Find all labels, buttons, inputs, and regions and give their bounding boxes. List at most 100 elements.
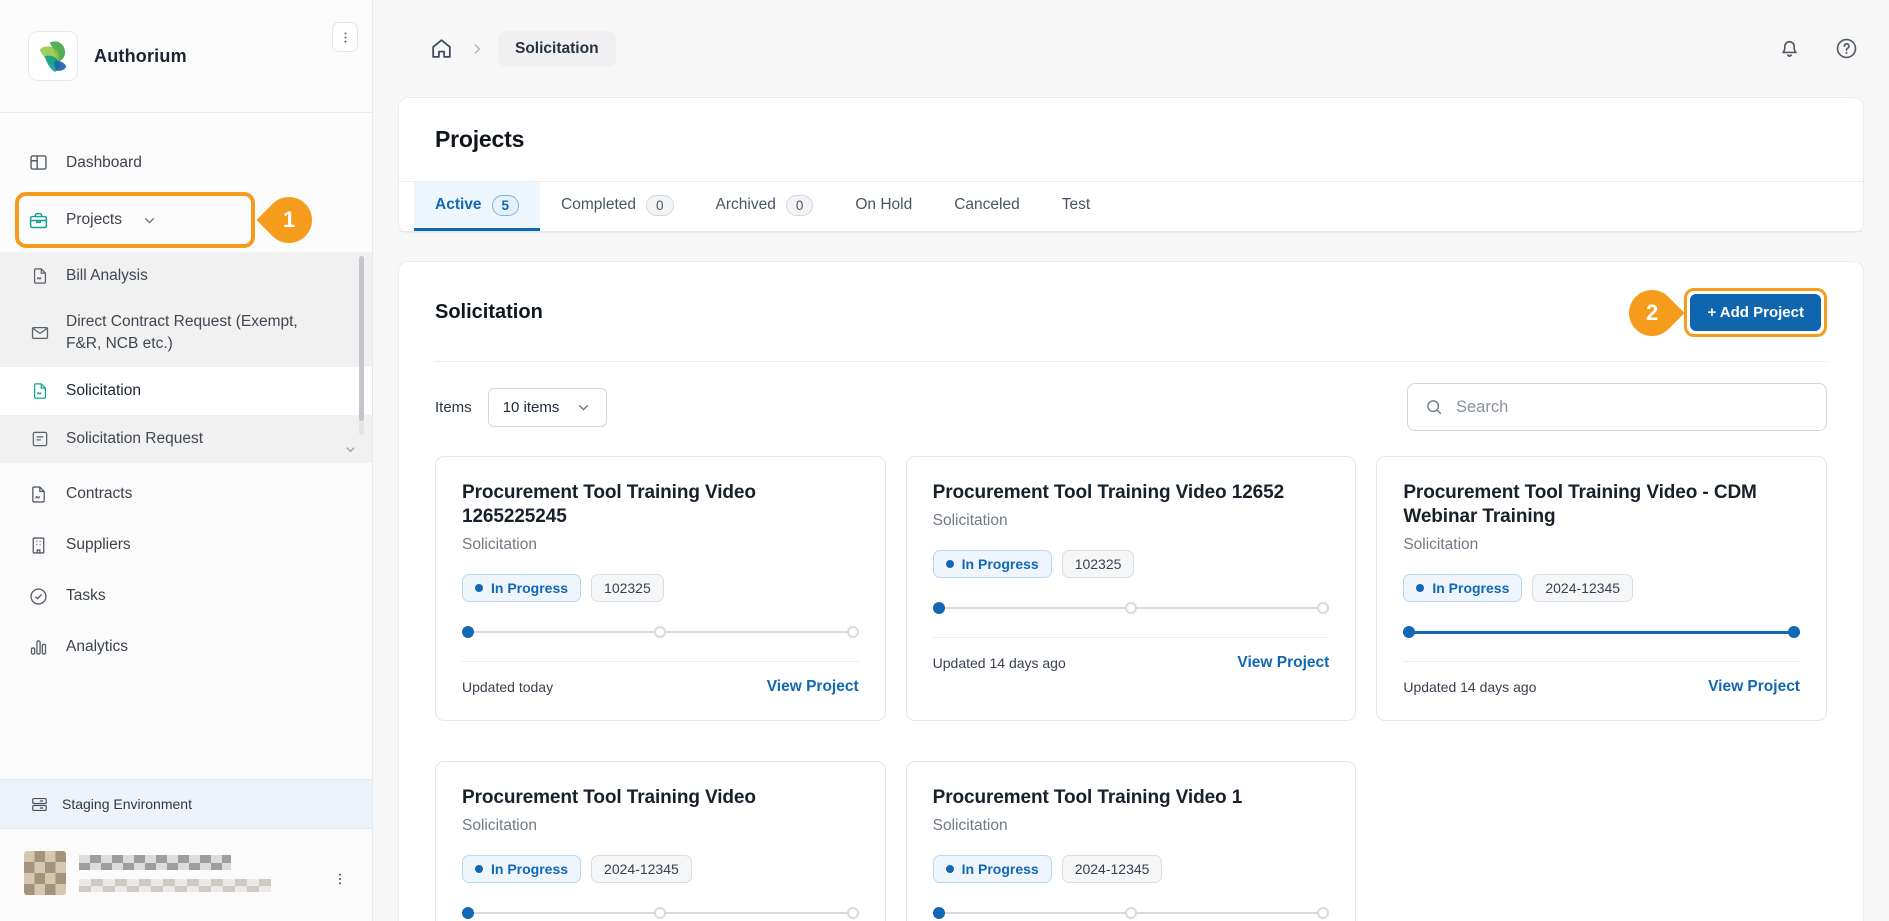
progress-milestone (1125, 907, 1137, 919)
view-project-link[interactable]: View Project (767, 678, 859, 696)
submenu-scrollbar-thumb[interactable] (359, 256, 364, 421)
tab-canceled[interactable]: Canceled (933, 182, 1041, 231)
notifications-bell-icon[interactable] (1777, 36, 1802, 61)
projects-header-panel: Projects Active 5 Completed 0 Archived 0… (398, 97, 1864, 233)
progress-bar (462, 625, 859, 639)
status-badge: In Progress (933, 855, 1052, 883)
check-circle-icon (28, 586, 49, 607)
project-title: Procurement Tool Training Video 12652252… (462, 481, 859, 529)
project-title: Procurement Tool Training Video 1 (933, 786, 1330, 810)
help-icon[interactable] (1834, 36, 1859, 61)
user-kebab-menu-button[interactable] (332, 867, 354, 891)
sidebar-item-label: Contracts (66, 485, 132, 503)
sidebar-item-tasks[interactable]: Tasks (0, 571, 372, 622)
sidebar-item-label: Tasks (66, 587, 106, 605)
sidebar-projects-group: Projects 1 (0, 192, 372, 248)
status-badge: In Progress (1403, 574, 1522, 602)
project-card: Procurement Tool Training Video - CDM We… (1376, 456, 1827, 721)
sidebar-kebab-menu-button[interactable] (332, 22, 358, 52)
project-card: Procurement Tool Training Video Solicita… (435, 761, 886, 921)
section-title: Solicitation (435, 301, 543, 324)
progress-milestone (654, 626, 666, 638)
progress-milestone (654, 907, 666, 919)
sidebar: Authorium Dashboard Projects 1 (0, 0, 373, 921)
user-name-redacted (79, 855, 231, 870)
submenu-expand-chevron-icon[interactable] (343, 442, 358, 457)
sidebar-item-dashboard[interactable]: Dashboard (0, 137, 372, 188)
project-code-badge: 2024-12345 (1532, 574, 1633, 602)
add-project-button[interactable]: + Add Project (1690, 294, 1821, 331)
user-info-redacted (79, 855, 271, 892)
status-dot-icon (946, 560, 954, 568)
updated-text: Updated 14 days ago (1403, 679, 1536, 695)
progress-current-dot (462, 907, 474, 919)
chevron-down-icon (141, 212, 158, 229)
tab-on-hold[interactable]: On Hold (834, 182, 933, 231)
staging-label: Staging Environment (62, 796, 192, 812)
bar-chart-icon (28, 637, 49, 658)
tab-archived[interactable]: Archived 0 (695, 182, 835, 231)
tab-label: Archived (716, 196, 776, 214)
sidebar-item-label: Projects (66, 211, 122, 229)
sidebar-item-direct-contract-request[interactable]: Direct Contract Request (Exempt, F&R, NC… (0, 300, 372, 367)
status-badge: In Progress (933, 550, 1052, 578)
badges-row: In Progress 102325 (933, 550, 1330, 578)
items-label: Items (435, 399, 472, 416)
card-footer: Updated today View Project (462, 662, 859, 696)
sidebar-item-solicitation-request[interactable]: Solicitation Request (0, 415, 372, 463)
add-project-group: 2 + Add Project (1684, 288, 1827, 337)
annotation-ring-add-project: + Add Project (1684, 288, 1827, 337)
document-icon (30, 381, 50, 401)
progress-bar (933, 601, 1330, 615)
project-code-badge: 102325 (591, 574, 664, 602)
progress-milestone (1125, 602, 1137, 614)
project-card: Procurement Tool Training Video 12652 So… (906, 456, 1357, 721)
tab-active[interactable]: Active 5 (414, 182, 540, 231)
progress-milestone (1317, 907, 1329, 919)
status-dot-icon (1416, 584, 1424, 592)
tab-label: On Hold (855, 196, 912, 214)
home-breadcrumb-icon[interactable] (429, 36, 454, 61)
sidebar-item-label: Direct Contract Request (Exempt, F&R, NC… (66, 311, 298, 356)
badges-row: In Progress 2024-12345 (462, 855, 859, 883)
user-profile[interactable] (0, 829, 372, 921)
progress-current-dot (933, 907, 945, 919)
project-card: Procurement Tool Training Video 12652252… (435, 456, 886, 721)
breadcrumb-current[interactable]: Solicitation (498, 31, 616, 67)
items-per-page-value: 10 items (503, 399, 560, 416)
project-cards-grid: Procurement Tool Training Video 12652252… (399, 452, 1863, 921)
project-card: Procurement Tool Training Video 1 Solici… (906, 761, 1357, 921)
view-project-link[interactable]: View Project (1708, 678, 1800, 696)
sidebar-item-contracts[interactable]: Contracts (0, 469, 372, 520)
project-type: Solicitation (462, 536, 859, 554)
search-input[interactable] (1456, 398, 1810, 417)
breadcrumb-chevron-icon (468, 40, 486, 58)
sidebar-item-projects[interactable]: Projects (0, 192, 372, 248)
tab-label: Active (435, 196, 482, 214)
search-box (1407, 383, 1827, 431)
briefcase-icon (28, 210, 49, 231)
sidebar-item-analytics[interactable]: Analytics (0, 622, 372, 673)
items-per-page-select[interactable]: 10 items (488, 388, 608, 427)
page-title: Projects (399, 98, 1863, 181)
tab-completed[interactable]: Completed 0 (540, 182, 694, 231)
staging-environment-banner[interactable]: Staging Environment (0, 779, 372, 829)
envelope-icon (30, 323, 50, 343)
project-code-badge: 2024-12345 (1062, 855, 1163, 883)
status-badge: In Progress (462, 855, 581, 883)
project-title: Procurement Tool Training Video - CDM We… (1403, 481, 1800, 529)
chevron-down-icon (575, 399, 592, 416)
sidebar-item-solicitation[interactable]: Solicitation (0, 367, 372, 415)
tabs-bar: Active 5 Completed 0 Archived 0 On Hold … (399, 181, 1863, 232)
kebab-icon (332, 871, 348, 887)
sidebar-item-label: Bill Analysis (66, 267, 148, 285)
progress-current-dot (462, 626, 474, 638)
tab-test[interactable]: Test (1041, 182, 1111, 231)
view-project-link[interactable]: View Project (1237, 654, 1329, 672)
sidebar-item-label: Analytics (66, 638, 128, 656)
progress-track (1403, 631, 1800, 634)
tab-label: Test (1062, 196, 1090, 214)
sidebar-item-suppliers[interactable]: Suppliers (0, 520, 372, 571)
progress-bar (933, 906, 1330, 920)
sidebar-item-bill-analysis[interactable]: Bill Analysis (0, 252, 372, 300)
